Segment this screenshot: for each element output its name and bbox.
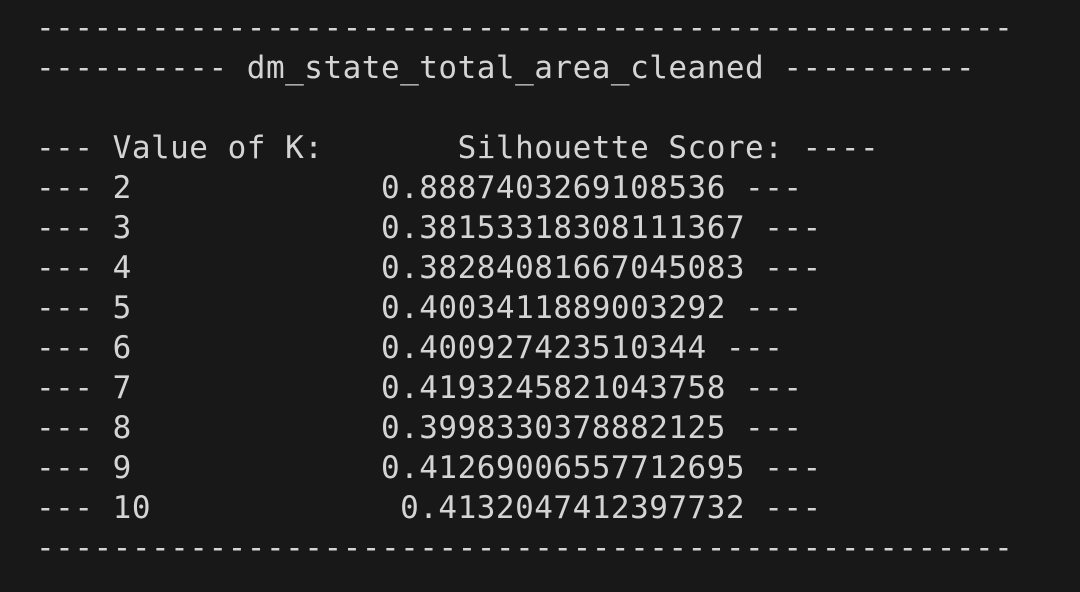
result-row-k5: --- 5 0.4003411889003292 --- [36,290,803,326]
result-row-k9: --- 9 0.41269006557712695 --- [36,450,822,486]
result-row-k10: --- 10 0.4132047412397732 --- [36,490,822,526]
result-row-k6: --- 6 0.400927423510344 --- [36,330,784,366]
result-row-k4: --- 4 0.38284081667045083 --- [36,250,822,286]
result-row-k8: --- 8 0.3998330378882125 --- [36,410,803,446]
separator-line-top: ----------------------------------------… [36,10,1014,46]
table-header: --- Value of K: Silhouette Score: ---- [36,130,880,166]
result-row-k7: --- 7 0.4193245821043758 --- [36,370,803,406]
terminal-output: ----------------------------------------… [0,0,1080,592]
result-row-k3: --- 3 0.38153318308111367 --- [36,210,822,246]
separator-line-bottom: ----------------------------------------… [36,530,1014,566]
section-title: ---------- dm_state_total_area_cleaned -… [36,50,976,86]
result-row-k2: --- 2 0.8887403269108536 --- [36,170,803,206]
